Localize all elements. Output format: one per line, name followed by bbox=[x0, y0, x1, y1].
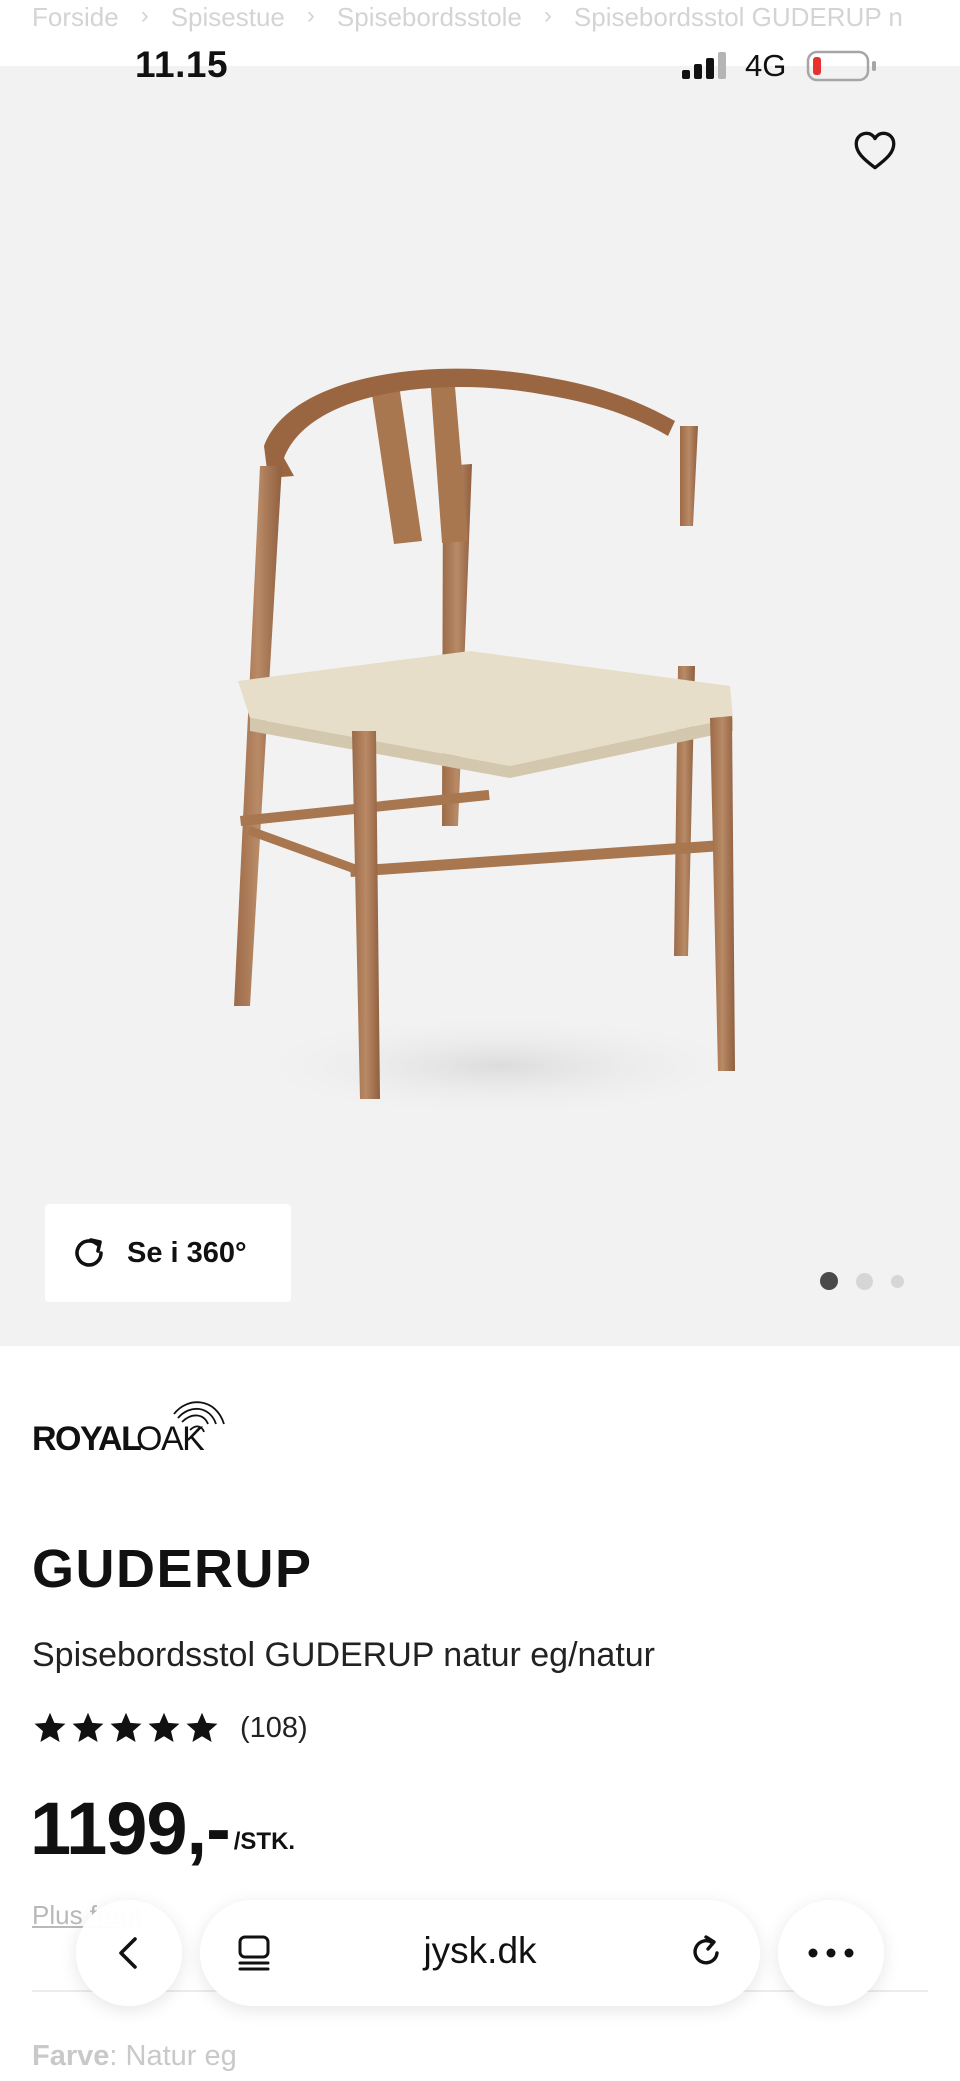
price-unit: /STK. bbox=[233, 1828, 296, 1855]
breadcrumb-item-dining-chairs[interactable]: Spisebordsstole bbox=[337, 2, 522, 33]
carousel-dots bbox=[820, 1272, 922, 1290]
breadcrumb-item-home[interactable]: Forside bbox=[32, 2, 119, 33]
color-label: Farve bbox=[32, 2040, 110, 2072]
view-360-button[interactable]: Se i 360° bbox=[45, 1204, 291, 1302]
svg-text:OAK: OAK bbox=[136, 1420, 205, 1456]
product-price: 1199,- /STK. bbox=[30, 1792, 295, 1866]
product-image-gallery[interactable]: Se i 360° bbox=[0, 66, 960, 1346]
carousel-dot-1[interactable] bbox=[820, 1272, 838, 1290]
product-rating[interactable]: (108) bbox=[32, 1710, 308, 1746]
carousel-dot-2[interactable] bbox=[856, 1272, 873, 1290]
review-count[interactable]: (108) bbox=[240, 1712, 308, 1745]
status-time: 11.15 bbox=[135, 44, 229, 85]
view-360-label: Se i 360° bbox=[127, 1236, 247, 1269]
browser-back-button[interactable] bbox=[76, 1900, 182, 2006]
color-separator: : bbox=[109, 2040, 118, 2072]
color-selection: Farve: Natur eg bbox=[32, 2040, 237, 2073]
browser-domain[interactable]: jysk.dk bbox=[200, 1930, 760, 1972]
breadcrumb-separator-icon: › bbox=[306, 2, 315, 29]
star-icon bbox=[148, 1712, 180, 1742]
browser-address-bar[interactable]: jysk.dk bbox=[200, 1900, 760, 2006]
battery-low-icon bbox=[806, 50, 876, 82]
reload-icon[interactable] bbox=[686, 1932, 726, 1972]
browser-more-button[interactable] bbox=[778, 1900, 884, 2006]
status-bar: 11.15 4G bbox=[0, 36, 960, 96]
color-value: Natur eg bbox=[125, 2040, 237, 2072]
star-icon bbox=[34, 1712, 66, 1742]
svg-text:ROYAL: ROYAL bbox=[32, 1420, 141, 1456]
brand-logo: ROYAL OAK bbox=[32, 1401, 225, 1456]
heart-icon bbox=[854, 131, 896, 170]
star-icon bbox=[72, 1712, 104, 1742]
chevron-left-icon bbox=[119, 1937, 137, 1969]
network-type: 4G bbox=[745, 48, 787, 83]
product-subtitle: Spisebordsstol GUDERUP natur eg/natur bbox=[32, 1636, 656, 1674]
rating-stars bbox=[32, 1710, 222, 1746]
breadcrumb-item-dining-room[interactable]: Spisestue bbox=[171, 2, 285, 33]
price-value: 1199,- bbox=[30, 1787, 231, 1870]
star-icon bbox=[186, 1712, 218, 1742]
product-page: Forside › Spisestue › Spisebordsstole › … bbox=[0, 0, 960, 2081]
star-icon bbox=[110, 1712, 142, 1742]
cellular-signal-icon bbox=[682, 52, 726, 79]
carousel-dot-3[interactable] bbox=[891, 1274, 904, 1288]
ellipsis-icon bbox=[808, 1948, 854, 1958]
wishlist-button[interactable] bbox=[850, 126, 900, 176]
breadcrumb-separator-icon: › bbox=[543, 2, 552, 29]
product-image-chair bbox=[230, 368, 770, 1121]
breadcrumb-separator-icon: › bbox=[140, 2, 149, 29]
product-name: GUDERUP bbox=[32, 1539, 313, 1599]
breadcrumb-item-current: Spisebordsstol GUDERUP n bbox=[573, 2, 903, 32]
rotate-icon bbox=[75, 1238, 103, 1267]
